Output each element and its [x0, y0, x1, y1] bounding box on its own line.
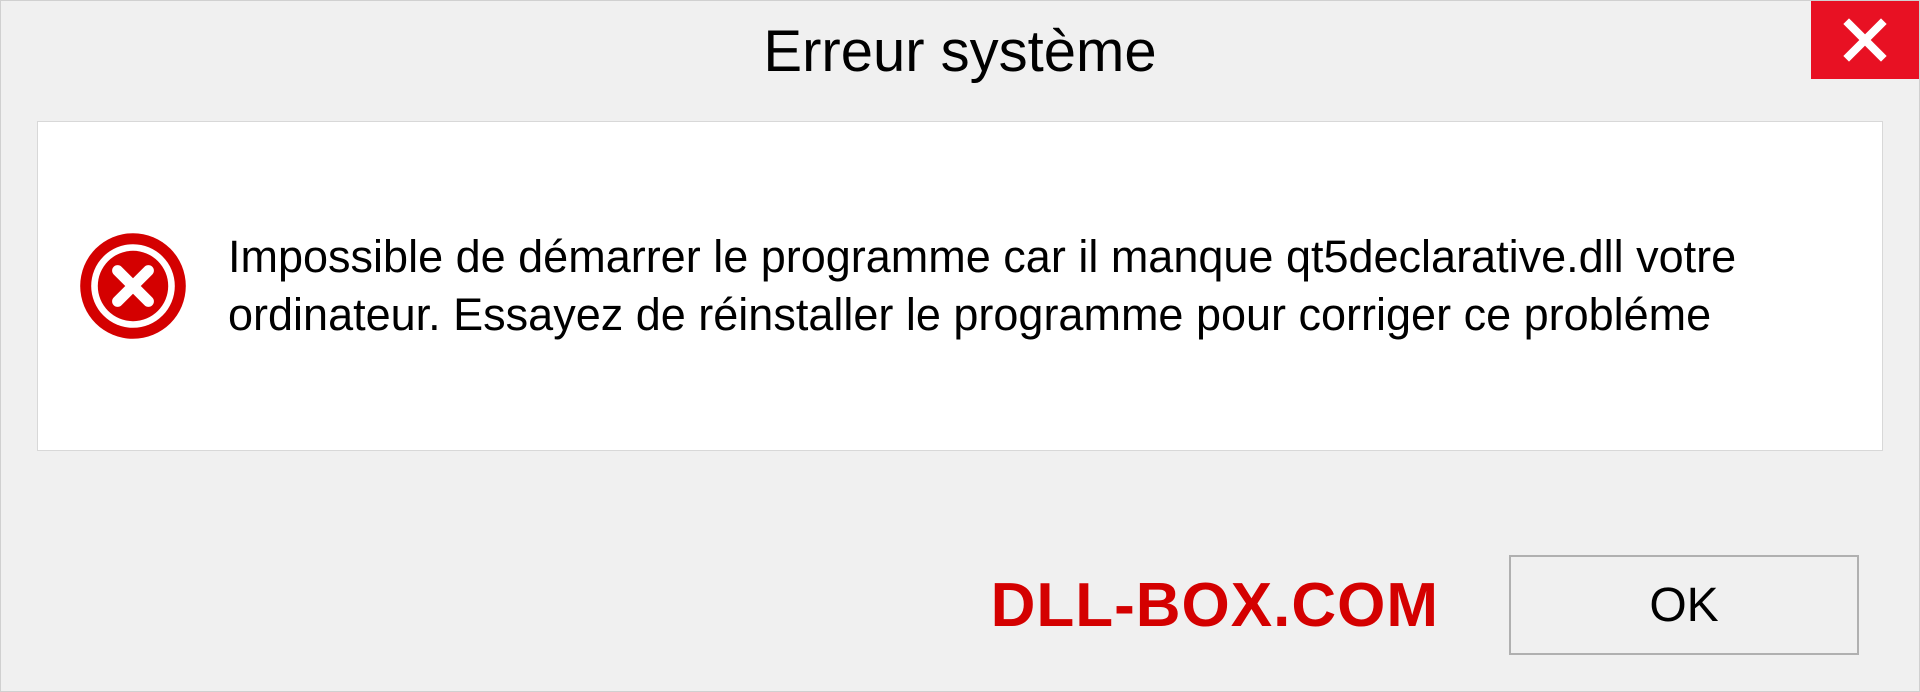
error-message: Impossible de démarrer le programme car … — [228, 228, 1822, 345]
brand-label: DLL-BOX.COM — [991, 570, 1439, 641]
close-button[interactable] — [1811, 1, 1919, 79]
error-dialog: Erreur système Impossible de démarrer le… — [0, 0, 1920, 692]
ok-button[interactable]: OK — [1509, 555, 1859, 655]
dialog-content: Impossible de démarrer le programme car … — [37, 121, 1883, 451]
dialog-title: Erreur système — [763, 18, 1156, 85]
close-icon — [1841, 16, 1889, 64]
dialog-footer: DLL-BOX.COM OK — [1, 555, 1919, 655]
dialog-titlebar: Erreur système — [1, 1, 1919, 101]
error-icon — [78, 231, 188, 341]
